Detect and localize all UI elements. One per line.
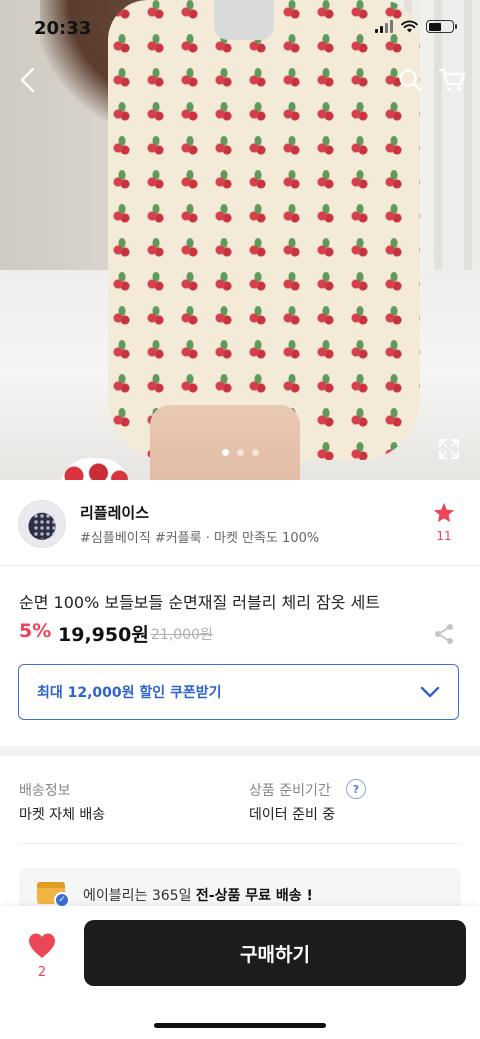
model-phone [214,0,274,40]
heart-icon [29,933,55,958]
shipping-info-value: 마켓 자체 배송 [19,807,106,823]
shop-avatar[interactable] [18,500,66,548]
slide-dot[interactable] [251,449,259,456]
question-icon[interactable]: ? [346,779,366,799]
status-time: 20:33 [34,18,92,39]
share-button[interactable] [432,622,456,646]
model-legs [150,405,300,480]
info-divider [18,843,462,844]
sale-price: 19,950원 [58,624,149,646]
discount-rate: 5% [19,620,52,642]
wifi-icon [401,20,418,33]
cart-icon [438,68,466,91]
buy-button[interactable]: 구매하기 [84,920,466,986]
back-button[interactable] [10,62,46,98]
expand-icon [439,439,459,459]
slide-dot[interactable] [236,449,244,456]
free-shipping-text: 에이블리는 365일 전-상품 무료 배송 ! [83,888,313,904]
chevron-down-icon [420,686,440,698]
coupon-label: 최대 12,000원 할인 쿠폰받기 [37,685,222,701]
section-divider [0,746,480,756]
shop-tags: #심플베이직 #커플룩 · 마켓 만족도 100% [80,531,320,546]
slide-dot[interactable] [221,449,229,456]
original-price: 21,000원 [151,627,213,643]
like-count: 2 [37,965,47,980]
purchase-bar: 2 구매하기 [0,906,480,1039]
shipping-info-label: 배송정보 [19,783,71,799]
slide-indicator [0,449,480,456]
favorite-shop-button[interactable]: 11 [428,502,460,543]
coupon-download-button[interactable]: 최대 12,000원 할인 쿠폰받기 [18,664,459,720]
share-icon [435,624,453,644]
chevron-left-icon [20,67,35,93]
home-indicator [154,1023,326,1028]
prep-period-label: 상품 준비기간 [249,783,331,799]
search-button[interactable] [392,62,428,98]
prep-period-value: 데이터 준비 중 [249,807,336,823]
product-title: 순면 100% 보들보들 순면재질 러블리 체리 잠옷 세트 [19,593,381,612]
search-icon [399,69,422,92]
star-icon [433,502,455,523]
shop-name[interactable]: 리플레이스 [80,502,149,523]
cherry-pajama-photo [108,0,420,460]
expand-image-button[interactable] [436,436,462,462]
like-button[interactable]: 2 [22,932,62,980]
favorite-count: 11 [436,529,452,543]
shop-info-row[interactable]: 리플레이스 #심플베이직 #커플룩 · 마켓 만족도 100% 11 [0,480,480,566]
signal-icon [375,20,393,33]
status-icons [375,20,457,33]
cart-button[interactable] [434,62,470,98]
battery-icon [426,20,457,33]
